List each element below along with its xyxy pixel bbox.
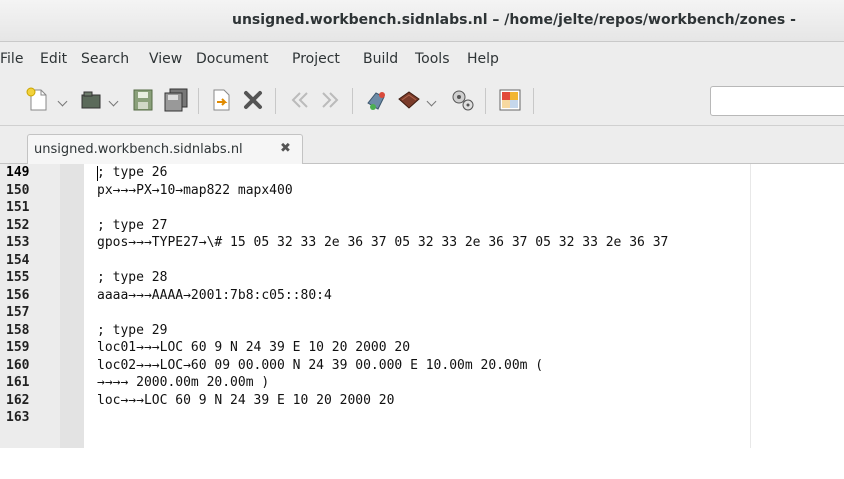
- menu-tools[interactable]: Tools: [415, 51, 450, 67]
- toolbar: [0, 76, 844, 126]
- menu-file[interactable]: File: [0, 51, 23, 67]
- build-icon[interactable]: [396, 87, 422, 113]
- window-title: unsigned.workbench.sidnlabs.nl – /home/j…: [232, 12, 796, 28]
- line-text[interactable]: aaaa→→→AAAA→2001:7b8:c05::80:4: [97, 287, 332, 305]
- code-line[interactable]: 160 loc02→→→LOC→60 09 00.000 N 24 39 00.…: [0, 357, 844, 375]
- title-bar: unsigned.workbench.sidnlabs.nl – /home/j…: [0, 0, 844, 42]
- line-number: 149: [6, 165, 30, 180]
- line-text[interactable]: px→→→PX→10→map822 mapx400: [97, 182, 293, 200]
- navigate-forward-icon[interactable]: [318, 87, 344, 113]
- line-number: 158: [6, 322, 30, 338]
- code-line[interactable]: 161 →→→→ 2000.00m 20.00m ): [0, 374, 844, 392]
- line-number: 159: [6, 340, 30, 355]
- line-text[interactable]: loc02→→→LOC→60 09 00.000 N 24 39 00.000 …: [97, 357, 543, 375]
- line-number: 163: [6, 410, 30, 425]
- code-editor[interactable]: 149 ; type 26 150 px→→→PX→10→map822 mapx…: [0, 164, 844, 448]
- line-number: 152: [6, 217, 30, 233]
- chevron-down-icon[interactable]: [108, 96, 119, 107]
- line-number: 151: [6, 200, 30, 215]
- navigate-back-icon[interactable]: [286, 87, 312, 113]
- menu-project[interactable]: Project: [292, 51, 340, 67]
- open-file-icon[interactable]: [78, 87, 104, 113]
- code-line[interactable]: 154: [0, 252, 844, 270]
- code-line[interactable]: 151: [0, 199, 844, 217]
- toolbar-separator: [198, 88, 199, 114]
- line-text[interactable]: ; type 27: [97, 217, 167, 235]
- line-number: 155: [6, 270, 30, 285]
- line-number: 154: [6, 252, 30, 268]
- code-line[interactable]: 152 ; type 27: [0, 217, 844, 235]
- line-text[interactable]: gpos→→→TYPE27→\# 15 05 32 33 2e 36 37 05…: [97, 234, 668, 252]
- line-number: 160: [6, 357, 30, 373]
- code-line[interactable]: 150 px→→→PX→10→map822 mapx400: [0, 182, 844, 200]
- line-text[interactable]: loc01→→→LOC 60 9 N 24 39 E 10 20 2000 20: [97, 339, 410, 357]
- menu-search[interactable]: Search: [81, 51, 129, 67]
- text-cursor: [97, 166, 98, 181]
- menu-bar: File Edit Search View Document Project B…: [0, 42, 844, 76]
- menu-document[interactable]: Document: [196, 51, 269, 67]
- compile-icon[interactable]: [364, 87, 390, 113]
- line-number: 162: [6, 392, 30, 408]
- line-number: 161: [6, 375, 30, 390]
- menu-view[interactable]: View: [149, 51, 182, 67]
- search-input[interactable]: [710, 86, 844, 116]
- line-text[interactable]: ; type 29: [97, 322, 167, 340]
- chevron-down-icon[interactable]: [426, 96, 437, 107]
- toolbar-separator: [275, 88, 276, 114]
- line-number: 150: [6, 182, 30, 198]
- chevron-down-icon[interactable]: [57, 96, 68, 107]
- line-text[interactable]: →→→→ 2000.00m 20.00m ): [97, 374, 269, 392]
- line-text[interactable]: loc→→→LOC 60 9 N 24 39 E 10 20 2000 20: [97, 392, 394, 410]
- document-tab-bar: unsigned.workbench.sidnlabs.nl ✖: [0, 126, 844, 164]
- code-line[interactable]: 163: [0, 409, 844, 427]
- save-icon[interactable]: [130, 87, 156, 113]
- code-line[interactable]: 156 aaaa→→→AAAA→2001:7b8:c05::80:4: [0, 287, 844, 305]
- code-line[interactable]: 158 ; type 29: [0, 322, 844, 340]
- revert-icon[interactable]: [208, 87, 234, 113]
- line-number: 157: [6, 305, 30, 320]
- line-number: 156: [6, 287, 30, 303]
- execute-icon[interactable]: [450, 87, 476, 113]
- code-line[interactable]: 153 gpos→→→TYPE27→\# 15 05 32 33 2e 36 3…: [0, 234, 844, 252]
- menu-edit[interactable]: Edit: [40, 51, 67, 67]
- toolbar-separator: [533, 88, 534, 114]
- toolbar-separator: [485, 88, 486, 114]
- new-file-icon[interactable]: [25, 87, 51, 113]
- code-line[interactable]: 157: [0, 304, 844, 322]
- color-chooser-icon[interactable]: [497, 87, 523, 113]
- line-text[interactable]: ; type 26: [97, 164, 167, 182]
- code-line[interactable]: 149 ; type 26: [0, 164, 844, 182]
- code-line[interactable]: 155 ; type 28: [0, 269, 844, 287]
- document-tab[interactable]: unsigned.workbench.sidnlabs.nl ✖: [27, 134, 303, 164]
- line-number: 153: [6, 235, 30, 250]
- menu-build[interactable]: Build: [363, 51, 398, 67]
- code-line[interactable]: 162 loc→→→LOC 60 9 N 24 39 E 10 20 2000 …: [0, 392, 844, 410]
- toolbar-separator: [352, 88, 353, 114]
- save-all-icon[interactable]: [163, 87, 189, 113]
- close-icon[interactable]: [240, 87, 266, 113]
- document-tab-label: unsigned.workbench.sidnlabs.nl: [34, 142, 243, 157]
- code-line[interactable]: 159 loc01→→→LOC 60 9 N 24 39 E 10 20 200…: [0, 339, 844, 357]
- tab-close-icon[interactable]: ✖: [280, 141, 291, 156]
- menu-help[interactable]: Help: [467, 51, 499, 67]
- line-text[interactable]: ; type 28: [97, 269, 167, 287]
